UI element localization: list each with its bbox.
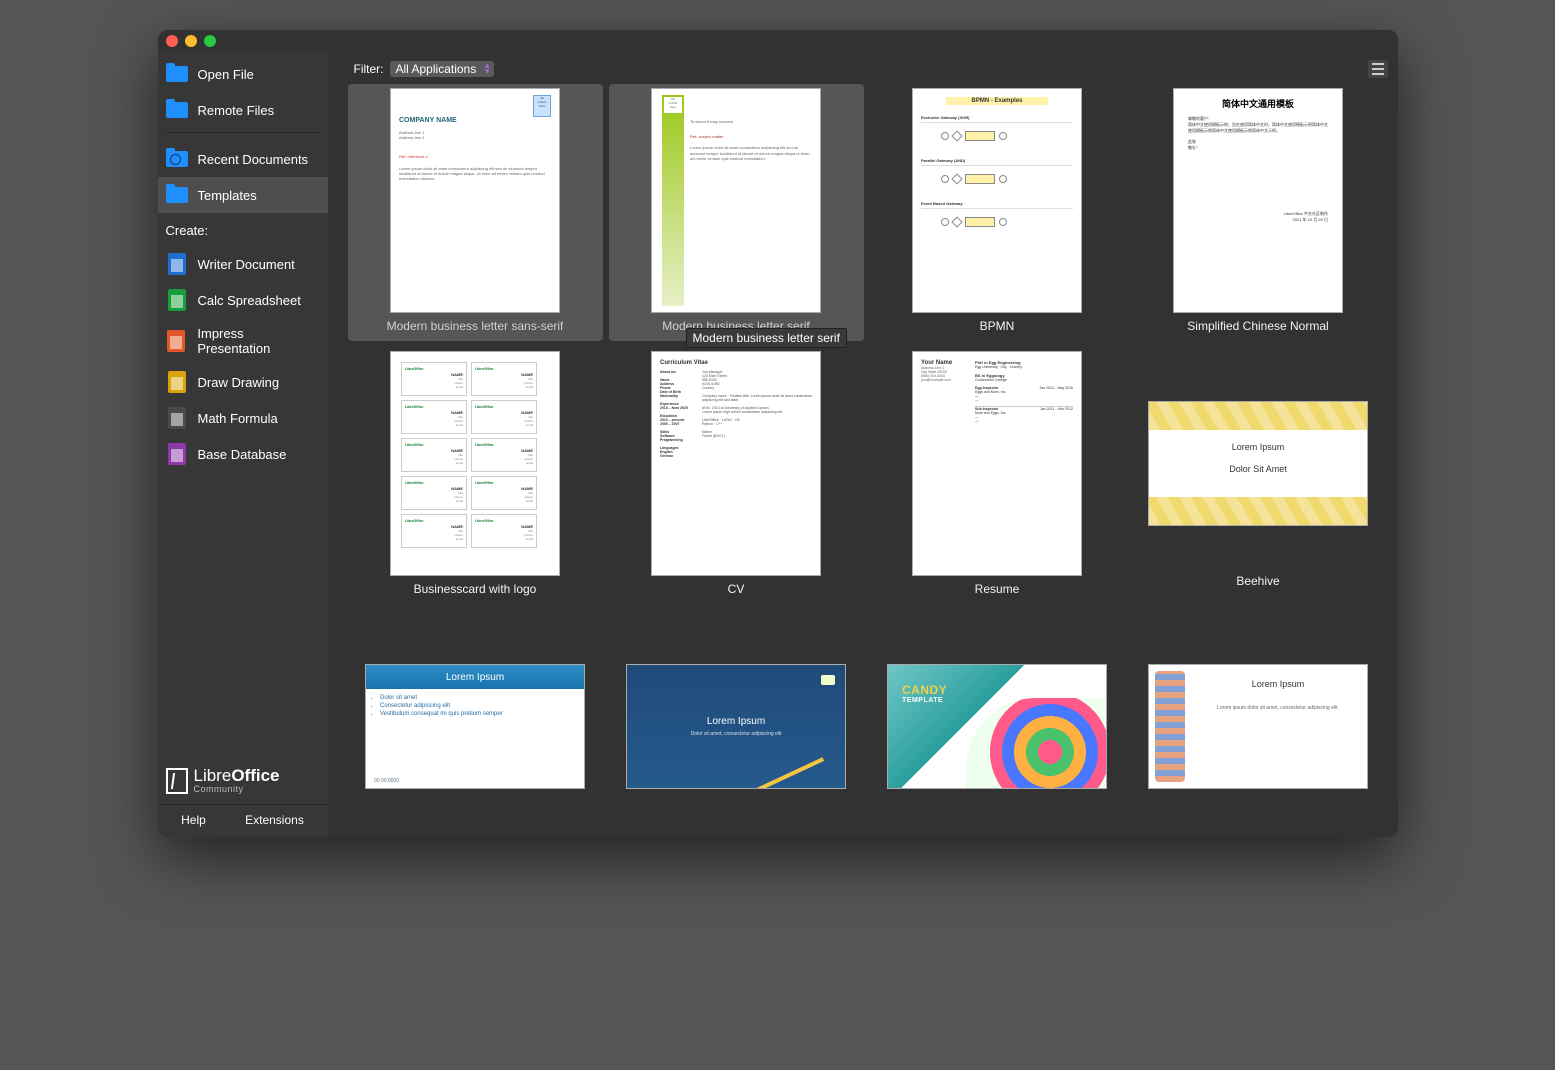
brand-sub: Community	[194, 784, 280, 794]
template-caption: Candy	[980, 831, 1015, 837]
sidebar-item-remote-files[interactable]: Remote Files	[158, 92, 328, 128]
template-thumbnail: Your NameAddress Line 1City State 00000(…	[912, 351, 1082, 576]
template-caption: Resume	[975, 576, 1020, 596]
help-link[interactable]: Help	[181, 813, 206, 827]
sidebar-item-label: Remote Files	[198, 103, 275, 118]
template-thumbnail: Lorem IpsumDolor sit ametConsectetur adi…	[365, 664, 585, 789]
chevron-updown-icon: ▲▼	[483, 63, 491, 75]
sidebar-item-calc[interactable]: Calc Spreadsheet	[158, 282, 328, 318]
template-thumbnail: Curriculum VitaeAbout meNameAddressPhone…	[651, 351, 821, 576]
template-caption: Businesscard with logo	[414, 576, 537, 596]
sidebar-item-open-file[interactable]: Open File	[158, 56, 328, 92]
start-center-window: Open File Remote Files Recent Documents Te…	[158, 30, 1398, 837]
template-dna[interactable]: Lorem IpsumLorem ipsum dolor sit amet, c…	[1131, 610, 1386, 837]
template-caption: CV	[728, 576, 745, 596]
template-candy[interactable]: CANDYTEMPLATE Candy	[870, 610, 1125, 837]
extensions-link[interactable]: Extensions	[245, 813, 304, 827]
template-caption: Simplified Chinese Normal	[1187, 313, 1328, 333]
template-thumbnail: LibreOfficeNAMEtitlephoneemailLibreOffic…	[390, 351, 560, 576]
template-thumbnail: theLOGOhereCOMPANY NAMEAddress line 1Add…	[390, 88, 560, 313]
template-caption: DNA	[1245, 831, 1270, 837]
template-scroll[interactable]: theLOGOhereCOMPANY NAMEAddress line 1Add…	[328, 84, 1398, 837]
sidebar-item-impress[interactable]: Impress Presentation	[158, 318, 328, 364]
sidebar-item-label: Writer Document	[198, 257, 295, 272]
minimize-icon[interactable]	[185, 35, 197, 47]
create-heading: Create:	[158, 213, 328, 242]
sidebar-item-base[interactable]: Base Database	[158, 436, 328, 472]
sidebar-item-templates[interactable]: Templates	[158, 177, 328, 213]
sidebar: Open File Remote Files Recent Documents Te…	[158, 52, 328, 837]
template-caption: Blueprint Plans	[696, 831, 777, 837]
template-thumbnail: Lorem IpsumDolor sit amet, consectetur a…	[626, 664, 846, 789]
template-thumbnail: CANDYTEMPLATE	[887, 664, 1107, 789]
template-caption: Modern business letter serif	[662, 313, 809, 333]
template-caption: Modern business letter sans-serif	[387, 313, 564, 333]
filter-select[interactable]: All Applications	[390, 61, 495, 77]
template-thumbnail: Lorem IpsumLorem ipsum dolor sit amet, c…	[1148, 664, 1368, 789]
template-caption: Blue Curve	[445, 831, 504, 837]
template-businesscard[interactable]: LibreOfficeNAMEtitlephoneemailLibreOffic…	[348, 347, 603, 604]
sidebar-divider	[164, 132, 322, 133]
sidebar-item-label: Impress Presentation	[197, 326, 319, 356]
template-thumbnail: 简体中文通用模板尊敬的客户：简体中文使用模板示例；旨在使用简体中文时，简体中文使…	[1173, 88, 1343, 313]
template-thumbnail: Lorem IpsumDolor Sit Amet	[1148, 401, 1368, 526]
template-modern-serif[interactable]: theLOGOhereTo whom it may concernRef: su…	[609, 84, 864, 341]
main-panel: Filter: All Applications ▲▼ theLOGOhereC…	[328, 52, 1398, 837]
libreoffice-brand: LibreOffice Community	[158, 759, 328, 804]
sidebar-item-label: Math Formula	[198, 411, 278, 426]
template-bpmn[interactable]: BPMN - ExamplesExclusive Gateway (XOR)Pa…	[870, 84, 1125, 341]
close-icon[interactable]	[166, 35, 178, 47]
template-resume[interactable]: Your NameAddress Line 1City State 00000(…	[870, 347, 1125, 604]
template-blue-curve[interactable]: Lorem IpsumDolor sit ametConsectetur adi…	[348, 610, 603, 837]
template-thumbnail: BPMN - ExamplesExclusive Gateway (XOR)Pa…	[912, 88, 1082, 313]
sidebar-item-label: Calc Spreadsheet	[198, 293, 301, 308]
sidebar-item-recent-documents[interactable]: Recent Documents	[158, 141, 328, 177]
menu-icon[interactable]	[1368, 60, 1388, 78]
sidebar-item-label: Open File	[198, 67, 254, 82]
template-caption: Beehive	[1236, 568, 1279, 588]
sidebar-item-label: Draw Drawing	[198, 375, 280, 390]
sidebar-item-writer[interactable]: Writer Document	[158, 246, 328, 282]
template-cv[interactable]: Curriculum VitaeAbout meNameAddressPhone…	[609, 347, 864, 604]
sidebar-item-math[interactable]: Math Formula	[158, 400, 328, 436]
titlebar	[158, 30, 1398, 52]
filter-label: Filter:	[354, 62, 384, 76]
template-beehive[interactable]: Lorem IpsumDolor Sit Amet Beehive	[1131, 347, 1386, 604]
template-blueprint[interactable]: Lorem IpsumDolor sit amet, consectetur a…	[609, 610, 864, 837]
brand-main: Libre	[194, 766, 232, 785]
template-caption: BPMN	[980, 313, 1015, 333]
bottom-links: Help Extensions	[158, 804, 328, 837]
filter-bar: Filter: All Applications ▲▼	[328, 52, 1398, 84]
sidebar-item-label: Recent Documents	[198, 152, 309, 167]
template-modern-sans[interactable]: theLOGOhereCOMPANY NAMEAddress line 1Add…	[348, 84, 603, 341]
brand-bold: Office	[231, 766, 279, 785]
sidebar-item-label: Base Database	[198, 447, 287, 462]
template-cn-normal[interactable]: 简体中文通用模板尊敬的客户：简体中文使用模板示例；旨在使用简体中文时，简体中文使…	[1131, 84, 1386, 341]
sidebar-item-label: Templates	[198, 188, 257, 203]
zoom-icon[interactable]	[204, 35, 216, 47]
libreoffice-logo-icon	[166, 768, 188, 794]
body: Open File Remote Files Recent Documents Te…	[158, 52, 1398, 837]
template-thumbnail: theLOGOhereTo whom it may concernRef: su…	[651, 88, 821, 313]
sidebar-item-draw[interactable]: Draw Drawing	[158, 364, 328, 400]
